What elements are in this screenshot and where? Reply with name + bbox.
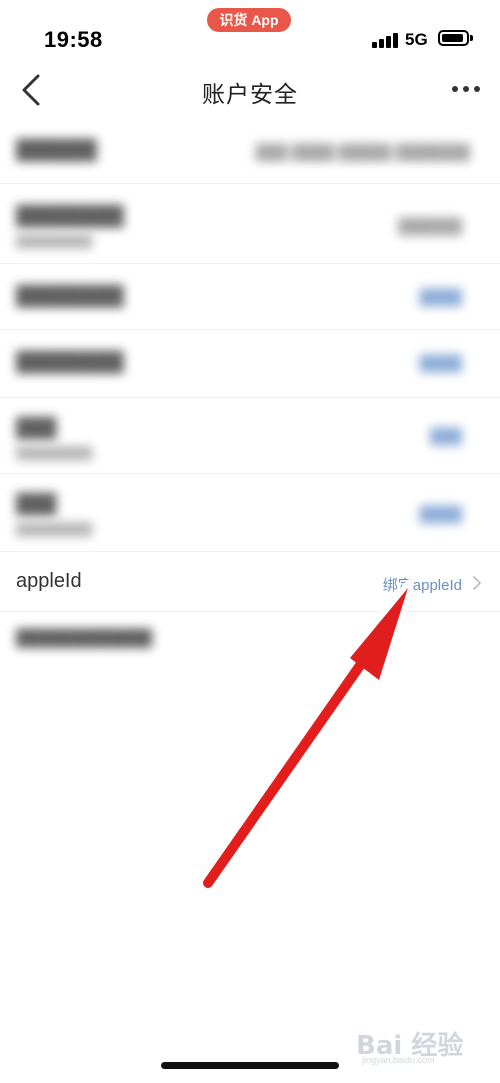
row-sublabel: █████████ <box>16 234 93 248</box>
row-label: ████████ <box>16 286 124 307</box>
row-sublabel: █████████ <box>16 522 93 536</box>
status-bar: 19:58 识货 App 5G <box>0 0 500 60</box>
row-value[interactable]: ████ <box>419 355 462 372</box>
row-label: ███ <box>16 494 57 515</box>
settings-row[interactable]: ███ █████████ ███ <box>0 398 500 474</box>
network-label: 5G <box>405 30 428 49</box>
bind-appleid-link[interactable]: 绑定appleId <box>383 574 462 595</box>
watermark-logo: Bai 经验 jingyan.baidu.com <box>356 1015 476 1065</box>
more-icon[interactable] <box>452 86 482 94</box>
watermark-sub: jingyan.baidu.com <box>362 1055 435 1065</box>
app-badge[interactable]: 识货 App <box>207 8 291 32</box>
settings-row[interactable]: ████████ ████ <box>0 330 500 398</box>
home-indicator[interactable] <box>161 1062 339 1069</box>
row-value[interactable]: ███ <box>430 428 462 445</box>
signal-icon <box>372 30 400 48</box>
row-value: ██████ <box>398 218 462 235</box>
row-sublabel: █████████ <box>16 446 93 460</box>
row-value[interactable]: ████ <box>419 506 462 523</box>
row-label: ████████ <box>16 352 124 373</box>
settings-row[interactable]: ███ █████████ ████ <box>0 474 500 552</box>
nav-bar: 账户安全 <box>0 60 500 120</box>
row-label: ████████████ <box>16 630 153 647</box>
settings-row[interactable]: ████████ █████████ ██████ <box>0 184 500 264</box>
page-title: 账户安全 <box>202 81 298 107</box>
settings-row[interactable]: ██████ ███ ████ █████ ███████ <box>0 120 500 184</box>
row-label: ███ <box>16 418 57 439</box>
chevron-right-icon <box>473 576 481 590</box>
row-value[interactable]: ████ <box>419 289 462 306</box>
battery-icon <box>438 30 473 46</box>
row-value: ███ ████ █████ ███████ <box>255 144 470 161</box>
status-time: 19:58 <box>44 27 103 52</box>
appleid-label: appleId <box>16 570 82 592</box>
row-label: ██████ <box>16 140 97 161</box>
settings-row[interactable]: ████████ ████ <box>0 264 500 330</box>
appleid-row[interactable]: appleId 绑定appleId <box>0 552 500 612</box>
row-label: ████████ <box>16 206 124 227</box>
settings-row[interactable]: ████████████ <box>0 612 500 672</box>
